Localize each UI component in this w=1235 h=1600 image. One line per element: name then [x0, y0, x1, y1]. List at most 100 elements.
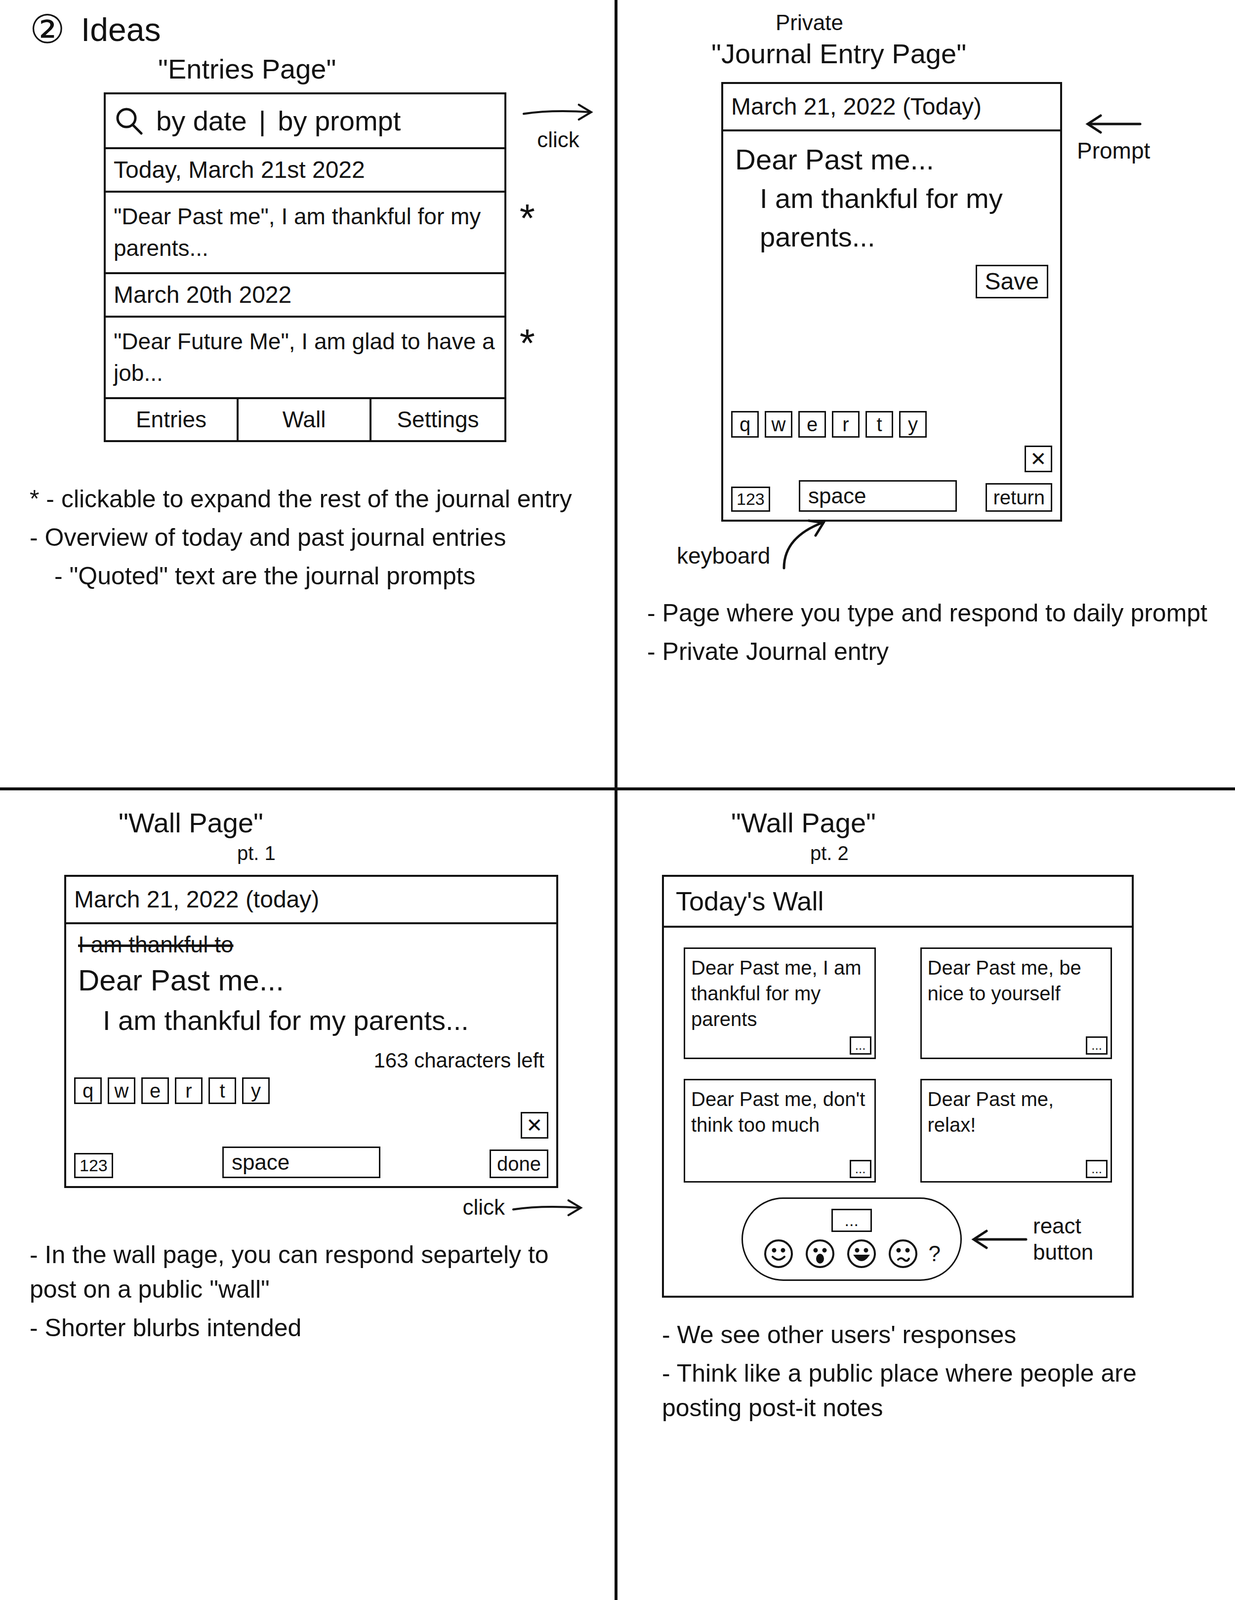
post-it[interactable]: Dear Past me, relax!... — [920, 1078, 1113, 1183]
wall-heading: "Wall Page" — [118, 805, 595, 842]
entries-heading: "Entries Page" — [158, 51, 600, 88]
search-bar[interactable]: by date | by prompt — [105, 94, 505, 150]
entries-notes: * - clickable to expand the rest of the … — [29, 481, 600, 594]
more-reactions[interactable]: ? — [928, 1242, 941, 1265]
post-grid: Dear Past me, I am thankful for my paren… — [663, 927, 1132, 1183]
arrow-icon — [1083, 111, 1144, 137]
filter-option[interactable]: by date — [156, 104, 247, 138]
wall-board-quadrant: "Wall Page"pt. 2 Today's WallDear Past me… — [617, 790, 1235, 1600]
key[interactable]: q — [74, 1077, 102, 1105]
note: - Private Journal entry — [647, 634, 1221, 669]
filter-option[interactable]: by prompt — [277, 104, 401, 138]
post-it[interactable]: Dear Past me, be nice to yourself... — [920, 947, 1113, 1060]
space-key[interactable]: space — [222, 1146, 381, 1178]
keyboard-annotation: keyboard — [676, 516, 1221, 572]
numbers-key[interactable]: 123 — [731, 486, 771, 512]
entry-date: March 20th 2022 — [105, 274, 505, 318]
react-label: react button — [1032, 1213, 1117, 1266]
entry-body: I am thankful for my parents... — [735, 179, 1049, 257]
expand-mark[interactable]: * — [519, 198, 536, 239]
space-key[interactable]: space — [798, 480, 957, 512]
entry-editor[interactable]: Dear Past me...I am thankful for my pare… — [723, 131, 1061, 257]
key[interactable]: r — [831, 411, 860, 438]
wall-board-notes: - We see other users' responses- Think l… — [661, 1317, 1206, 1426]
reaction-cloud: ...? — [741, 1197, 962, 1281]
filter-separator: | — [258, 104, 267, 138]
delete-key[interactable]: ✕ — [1024, 445, 1053, 473]
entry-preview: "Dear Past me", I am thankful for my par… — [105, 192, 505, 273]
wall-board-frame: Today's WallDear Past me, I am thankful … — [661, 874, 1134, 1298]
expand-mark[interactable]: * — [519, 323, 536, 364]
key[interactable]: y — [899, 411, 927, 438]
click-annotation: click — [521, 97, 596, 154]
prompt-label: Prompt — [1076, 136, 1151, 166]
wall-compose-phone: March 21, 2022 (today)I am thankful toDe… — [64, 874, 559, 1189]
surprised-face-icon[interactable] — [804, 1237, 836, 1270]
entry[interactable]: March 20th 2022"Dear Future Me", I am gl… — [105, 274, 505, 400]
entry[interactable]: Today, March 21st 2022"Dear Past me", I … — [105, 149, 505, 275]
wall-editor[interactable]: I am thankful toDear Past me...I am than… — [66, 924, 557, 1040]
note: - "Quoted" text are the journal prompts — [29, 558, 600, 594]
keyboard: qwerty ✕ 123 space return — [723, 407, 1061, 520]
laugh-face-icon[interactable] — [845, 1237, 878, 1270]
journal-heading: "Journal Entry Page" — [711, 36, 1221, 73]
prompt-text: Dear Past me... — [78, 959, 545, 1002]
key[interactable]: e — [141, 1077, 169, 1105]
react-button[interactable]: ... — [1085, 1036, 1108, 1055]
nav-tab[interactable]: Entries — [105, 399, 239, 441]
key-row: qwerty — [731, 411, 1053, 438]
struck-text: I am thankful to — [78, 930, 545, 960]
react-button[interactable]: ... — [1085, 1159, 1108, 1179]
entry-body: I am thankful for my parents... — [78, 1001, 545, 1040]
key-row: 123 space done — [74, 1146, 549, 1178]
arrow-icon — [510, 1193, 585, 1223]
react-button[interactable]: ... — [849, 1036, 872, 1055]
key[interactable]: y — [242, 1077, 270, 1105]
key[interactable]: w — [107, 1077, 136, 1105]
key[interactable]: w — [764, 411, 793, 438]
page-title: ② Ideas — [29, 9, 600, 50]
post-text: Dear Past me, relax! — [927, 1088, 1055, 1136]
key-row: qwerty — [74, 1077, 549, 1105]
post-it[interactable]: Dear Past me, I am thankful for my paren… — [683, 947, 876, 1060]
nav-tab[interactable]: Wall — [238, 399, 372, 441]
key[interactable]: e — [798, 411, 826, 438]
confused-face-icon[interactable] — [887, 1237, 919, 1270]
key[interactable]: t — [208, 1077, 237, 1105]
title-text: Ideas — [81, 13, 161, 46]
nav-tab[interactable]: Settings — [371, 399, 505, 441]
numbers-key[interactable]: 123 — [74, 1152, 114, 1178]
key[interactable]: r — [174, 1077, 203, 1105]
prompt-text: Dear Past me... — [735, 139, 1049, 180]
note: - Think like a public place where people… — [661, 1356, 1206, 1426]
key[interactable]: q — [731, 411, 759, 438]
title-number: ② — [29, 9, 66, 50]
note: - In the wall page, you can respond sepa… — [29, 1237, 595, 1307]
click-label: click — [462, 1194, 505, 1221]
part-label: pt. 2 — [810, 841, 1206, 865]
entries-quadrant: ② Ideas "Entries Page" by date | by prompt Tod… — [0, 0, 618, 791]
save-button[interactable]: Save — [975, 264, 1049, 299]
note: - Page where you type and respond to dai… — [647, 595, 1221, 631]
post-text: Dear Past me, be nice to yourself — [927, 956, 1082, 1005]
entry-date: March 21, 2022 (Today) — [723, 83, 1061, 132]
journal-phone: March 21, 2022 (Today)Dear Past me...I a… — [721, 82, 1063, 522]
arrow-icon — [969, 1227, 1030, 1252]
wall-heading: "Wall Page" — [731, 805, 1206, 842]
smile-face-icon[interactable] — [762, 1237, 795, 1270]
part-label: pt. 1 — [237, 841, 595, 865]
action-key[interactable]: done — [489, 1149, 549, 1179]
react-button[interactable]: ... — [831, 1208, 872, 1233]
react-button[interactable]: ... — [849, 1159, 872, 1179]
react-annotation: react button — [969, 1213, 1117, 1266]
journal-notes: - Page where you type and respond to dai… — [647, 595, 1221, 669]
reaction-options: ? — [762, 1237, 941, 1270]
post-it[interactable]: Dear Past me, don't think too much... — [683, 1078, 876, 1183]
entry-date: Today, March 21st 2022 — [105, 149, 505, 193]
action-key[interactable]: return — [985, 483, 1053, 512]
key[interactable]: t — [865, 411, 894, 438]
note: - Shorter blurbs intended — [29, 1310, 595, 1346]
delete-key[interactable]: ✕ — [520, 1111, 549, 1139]
search-icon[interactable] — [113, 105, 145, 136]
entry-date: March 21, 2022 (today) — [66, 876, 557, 925]
